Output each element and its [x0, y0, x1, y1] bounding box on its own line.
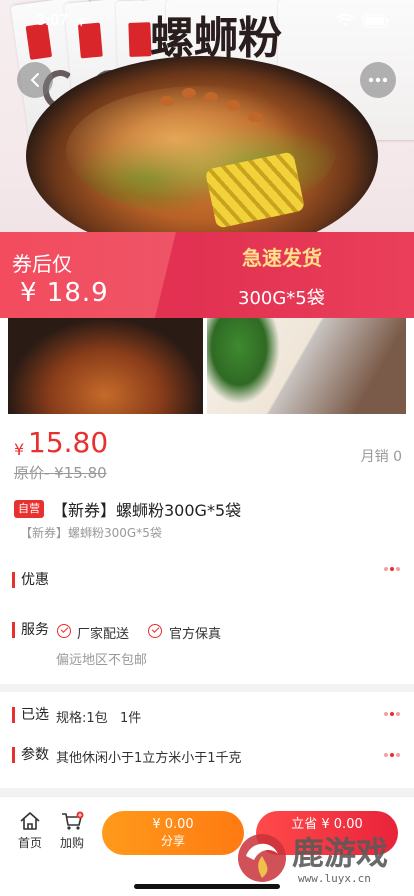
selected-quantity: 1件 [120, 711, 142, 726]
product-hero-image[interactable]: 螺蛳粉 券后仅 ¥ 18.9 急速发货 300G*5袋 [0, 0, 414, 414]
check-circle-icon [57, 624, 71, 638]
current-price: 15.80 [28, 426, 109, 459]
cart-label: 加购 [59, 836, 84, 850]
battery-icon [362, 14, 389, 28]
discount-label: 优惠 [12, 572, 49, 588]
discount-service-card: 优惠 服务 厂家配送 官方保真 偏远地区不包邮 [0, 551, 414, 684]
more-dots-icon [384, 712, 402, 718]
product-subtitle: 【新券】螺蛳粉300G*5袋 [20, 526, 162, 540]
original-price: 原价- ¥15.80 [14, 464, 107, 482]
price-currency: ¥ [14, 440, 25, 459]
product-title: 【新券】螺蛳粉300G*5袋 [52, 501, 242, 520]
params-row[interactable]: 参数 其他休闲小于1立方米小于1千克 [0, 738, 414, 784]
selected-spec: 规格:1包 [56, 711, 108, 726]
home-icon [20, 812, 40, 830]
price-card: ¥ 15.80 原价- ¥15.80 月销 0 自营 【新券】螺蛳粉300G*5… [0, 414, 414, 559]
location-arrow-icon [75, 17, 85, 27]
more-dots-icon [368, 77, 388, 83]
selected-spec-row[interactable]: 已选 规格:1包 1件 [0, 692, 414, 738]
service-item: 厂家配送 [77, 627, 130, 642]
more-button[interactable] [360, 62, 396, 98]
preview-photo-package [207, 318, 406, 414]
status-time: 3:07 [36, 12, 69, 29]
home-tab[interactable]: 首页 [10, 811, 50, 851]
selection-card: 已选 规格:1包 1件 参数 其他休闲小于1立方米小于1千克 [0, 692, 414, 788]
noodle-bowl-image [26, 56, 378, 256]
service-row[interactable]: 服务 厂家配送 官方保真 偏远地区不包邮 [0, 607, 414, 684]
params-value: 其他休闲小于1立方米小于1千克 [56, 751, 242, 766]
preview-photos [0, 318, 414, 414]
share-label: 分享 [160, 834, 185, 848]
wifi-icon [336, 14, 354, 26]
service-label: 服务 [12, 622, 49, 638]
share-button[interactable]: ¥ 0.00 分享 [102, 811, 244, 855]
check-circle-icon [148, 624, 162, 638]
cart-icon [62, 811, 84, 830]
banner-price: ¥ 18.9 [20, 278, 109, 308]
watermark-url: www.luyx.cn [298, 872, 371, 885]
banner-shipping: 急速发货 [242, 246, 322, 270]
service-item: 官方保真 [169, 627, 222, 642]
back-button[interactable] [17, 62, 53, 98]
share-price: ¥ 0.00 [152, 817, 194, 832]
preview-photo-bowl [8, 318, 203, 414]
monthly-sales: 月销 0 [360, 449, 402, 465]
discount-row[interactable]: 优惠 [0, 551, 414, 607]
watermark-text: 鹿游戏 [292, 834, 389, 872]
promo-banner: 券后仅 ¥ 18.9 急速发货 300G*5袋 [0, 232, 414, 318]
params-label: 参数 [12, 747, 49, 763]
status-bar: 3:07 [0, 0, 414, 44]
home-indicator [134, 884, 280, 889]
banner-spec: 300G*5袋 [238, 288, 325, 309]
more-dots-icon [384, 753, 402, 759]
home-label: 首页 [17, 836, 42, 850]
add-to-cart-tab[interactable]: 加购 [52, 811, 92, 851]
self-operated-badge: 自营 [14, 500, 44, 518]
more-dots-icon [384, 567, 402, 573]
selected-label: 已选 [12, 707, 49, 723]
service-note: 偏远地区不包邮 [56, 653, 148, 668]
deer-logo-icon [238, 834, 286, 882]
banner-tag: 券后仅 [12, 252, 72, 276]
chevron-left-icon [30, 73, 39, 87]
